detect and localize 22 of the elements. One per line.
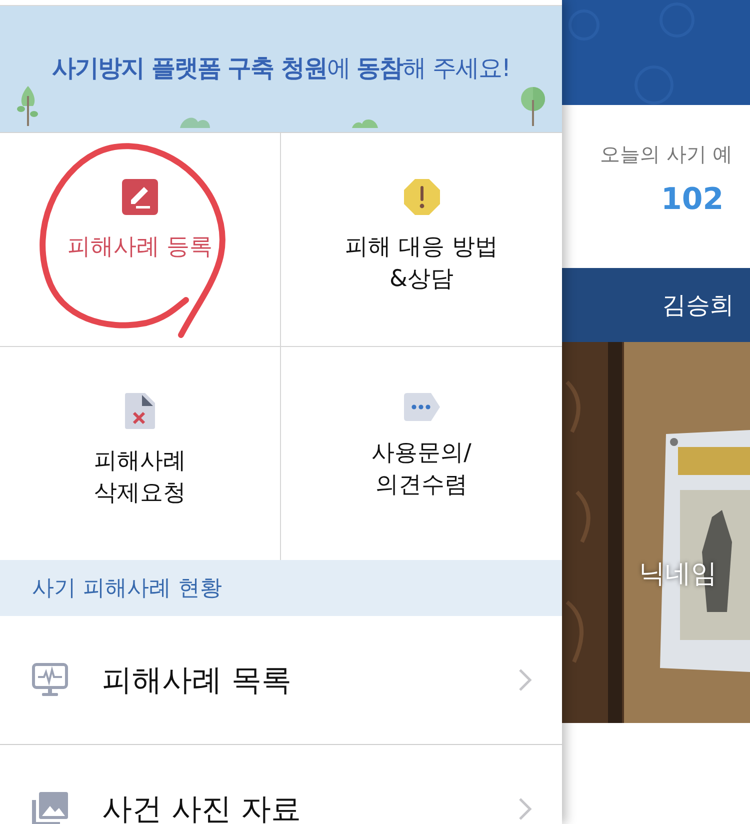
menu-row[interactable]: 피해사례 목록 — [0, 616, 562, 745]
tree-icon — [520, 86, 546, 126]
document-delete-icon — [125, 393, 155, 429]
pencil-icon — [122, 179, 158, 215]
petition-banner[interactable]: 사기방지 플랫폼 구축 청원에 동참해 주세요! — [0, 5, 562, 133]
chevron-right-icon — [518, 668, 532, 692]
bush-icon — [352, 118, 378, 128]
menu-tile[interactable]: 사용문의/ 의견수렴 — [281, 347, 562, 560]
banner-text: 사기방지 플랫폼 구축 청원에 동참해 주세요! — [52, 53, 510, 84]
monitor-icon — [32, 663, 68, 697]
menu-tile[interactable]: 피해 대응 방법 &상담 — [281, 133, 562, 347]
warning-icon — [404, 179, 440, 215]
message-tag-icon — [404, 393, 440, 421]
stat-count: 102 — [661, 182, 724, 217]
section-header: 사기 피해사례 현황 — [0, 560, 562, 616]
chevron-right-icon — [518, 797, 532, 821]
bush-icon — [180, 116, 210, 128]
menu-row[interactable]: 사건 사진 자료 — [0, 745, 562, 824]
stat-caption: 오늘의 사기 예 — [600, 141, 733, 168]
menu-tile[interactable]: 피해사례 등록 — [0, 133, 281, 347]
name-banner: 김승희 — [562, 268, 750, 342]
tree-icon — [17, 86, 39, 126]
